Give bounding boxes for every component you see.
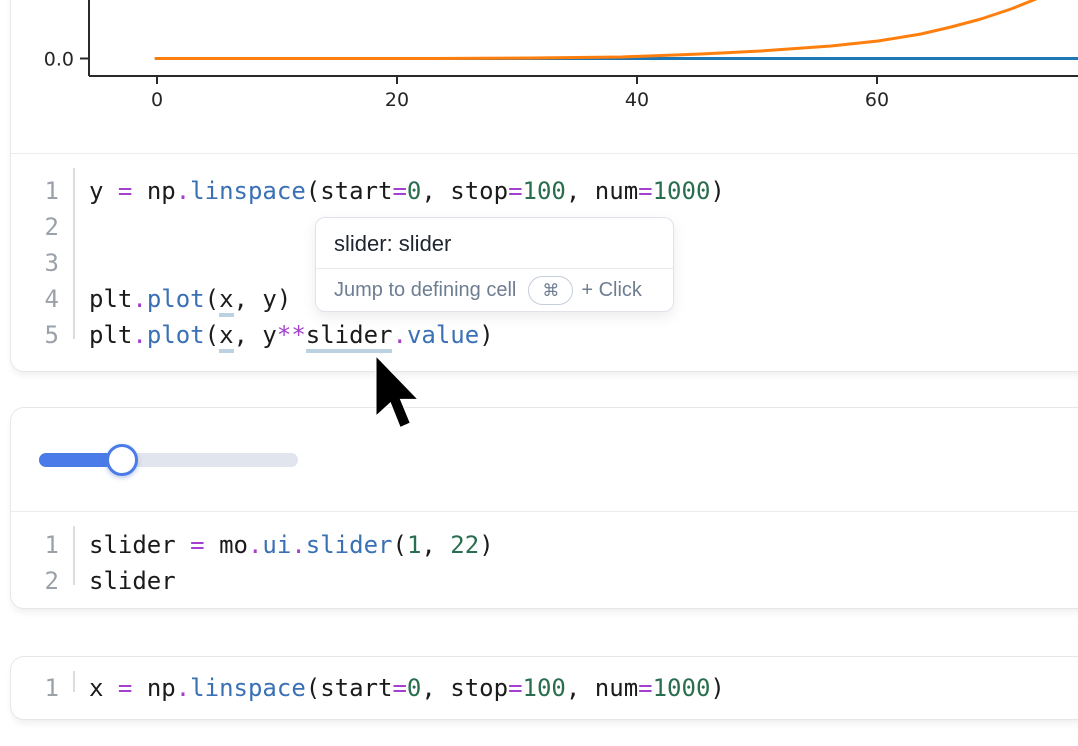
tooltip-action-label: Jump to defining cell	[334, 279, 516, 302]
command-key-icon: ⌘	[528, 276, 573, 305]
code-text: slider	[89, 563, 176, 599]
gutter-divider	[73, 526, 75, 585]
highlighted-occurrence[interactable]: x	[219, 321, 233, 353]
orange-line	[156, 0, 1078, 59]
highlighted-occurrence[interactable]: slider	[306, 321, 393, 353]
line-number: 1	[11, 173, 59, 209]
svg-text:60: 60	[865, 89, 889, 111]
svg-text:40: 40	[625, 89, 649, 111]
slider-track[interactable]	[39, 453, 298, 467]
svg-text:0.0: 0.0	[44, 49, 74, 71]
code-text: plt.plot(x, y)	[89, 281, 291, 317]
tooltip-click-hint: + Click	[581, 279, 642, 302]
line-number: 5	[11, 317, 59, 353]
svg-text:0: 0	[151, 89, 163, 111]
code-line[interactable]: 2 slider	[11, 563, 1078, 599]
line-number: 1	[11, 527, 59, 563]
code-editor[interactable]: 1 slider = mo.ui.slider(1, 22) 2 slider	[11, 511, 1078, 599]
gutter-divider	[73, 671, 75, 692]
notebook-cell-slider: 1 slider = mo.ui.slider(1, 22) 2 slider	[10, 407, 1078, 609]
code-line[interactable]: 5 plt.plot(x, y**slider.value)	[11, 317, 1078, 353]
line-number: 4	[11, 281, 59, 317]
code-editor[interactable]: 1 x = np.linspace(start=0, stop=100, num=…	[11, 657, 1078, 706]
jump-to-defining-cell[interactable]: Jump to defining cell ⌘ + Click	[316, 268, 673, 311]
line-number: 2	[11, 563, 59, 599]
code-text: y = np.linspace(start=0, stop=100, num=1…	[89, 173, 725, 209]
code-text: plt.plot(x, y**slider.value)	[89, 317, 494, 353]
gutter-divider	[73, 168, 75, 339]
code-text: slider = mo.ui.slider(1, 22)	[89, 527, 494, 563]
code-line[interactable]: 1 slider = mo.ui.slider(1, 22)	[11, 527, 1078, 563]
cell-output-area	[11, 408, 1078, 511]
notebook-cell-plot: 0.0 0 20 40 60 1 y = np.linspace(start=0, sto…	[10, 0, 1078, 372]
slider-thumb[interactable]	[106, 444, 138, 476]
cell-output-area: 0.0 0 20 40 60	[11, 0, 1078, 153]
line-number: 3	[11, 245, 59, 281]
line-number: 1	[11, 670, 59, 706]
variable-tooltip: slider: slider Jump to defining cell ⌘ +…	[315, 217, 674, 312]
code-line[interactable]: 1 x = np.linspace(start=0, stop=100, num=…	[11, 670, 1078, 706]
notebook-cell-x: 1 x = np.linspace(start=0, stop=100, num=…	[10, 656, 1078, 720]
tooltip-title: slider: slider	[316, 218, 673, 268]
line-number: 2	[11, 209, 59, 245]
matplotlib-figure: 0.0 0 20 40 60	[11, 0, 1078, 153]
code-text: x = np.linspace(start=0, stop=100, num=1…	[89, 670, 725, 706]
mouse-cursor	[375, 356, 425, 436]
svg-text:20: 20	[385, 89, 409, 111]
code-line[interactable]: 1 y = np.linspace(start=0, stop=100, num=…	[11, 173, 1078, 209]
highlighted-occurrence[interactable]: x	[219, 285, 233, 317]
